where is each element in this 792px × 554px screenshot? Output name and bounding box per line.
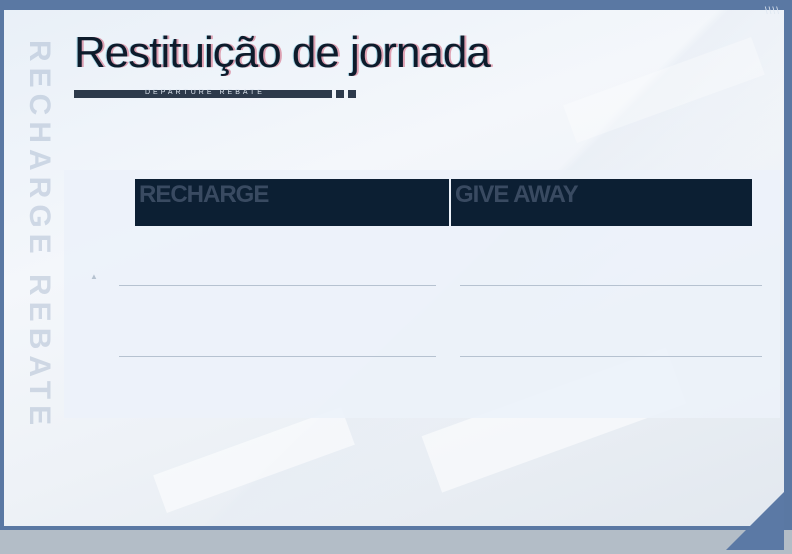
page-title: Restituição de jornada: [74, 28, 491, 77]
background-decoration: [563, 37, 765, 143]
column-header-give-away: GIVE AWAY: [451, 179, 752, 226]
background-decoration: [153, 407, 355, 513]
page-subtitle: DEPARTURE REBATE: [145, 89, 265, 96]
row-marker-icon: ▲: [90, 272, 98, 281]
vertical-watermark: RECHARGE REBATE: [23, 40, 56, 432]
subtitle-square: [336, 90, 344, 98]
table-row-divider: [119, 356, 436, 357]
column-header-label: GIVE AWAY: [455, 181, 579, 208]
corner-marks: \\\\: [764, 6, 780, 17]
subtitle-square: [348, 90, 356, 98]
corner-decoration: [726, 492, 784, 550]
column-header-label: RECHARGE: [139, 181, 269, 208]
table-row-divider: [460, 285, 762, 286]
column-header-recharge: RECHARGE: [135, 179, 449, 226]
table-row-divider: [119, 285, 436, 286]
bottom-strip: [0, 530, 792, 554]
table-row-divider: [460, 356, 762, 357]
